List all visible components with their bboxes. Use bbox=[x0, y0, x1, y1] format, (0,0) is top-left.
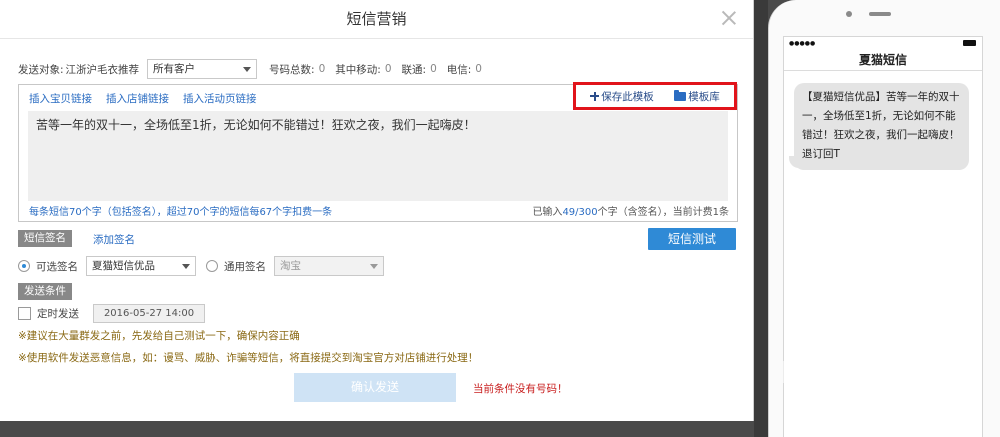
add-signature-link[interactable]: 添加签名 bbox=[93, 232, 135, 247]
stat-mobile-value: 0 bbox=[384, 63, 392, 75]
template-actions-highlight: 保存此模板 模板库 bbox=[573, 82, 737, 110]
stat-telecom-label: 电信: bbox=[446, 63, 472, 76]
send-target-label: 发送对象: bbox=[18, 63, 64, 76]
editor-footer: 每条短信70个字（包括签名），超过70个字的短信每67个字扣费一条 已输入49/… bbox=[19, 203, 737, 218]
backdrop bbox=[754, 0, 768, 437]
test-tip: ※建议在大量群发之前，先发给自己测试一下，确保内容正确 bbox=[18, 330, 300, 342]
editor-toolbar: 插入宝贝链接 插入店铺链接 插入活动页链接 保存此模板 模板库 bbox=[19, 82, 737, 110]
chevron-down-icon bbox=[243, 67, 252, 72]
condition-section-label: 发送条件 bbox=[18, 283, 72, 300]
confirm-send-button[interactable]: 确认发送 bbox=[294, 373, 456, 402]
signature-row: 可选签名 夏猫短信优品 通用签名 淘宝 bbox=[18, 256, 384, 276]
chevron-down-icon bbox=[370, 264, 378, 269]
stat-mobile-label: 其中移动: bbox=[335, 63, 381, 76]
timed-send-checkbox[interactable] bbox=[18, 306, 31, 320]
stat-total-label: 号码总数: bbox=[269, 63, 315, 76]
customer-select-value: 所有客户 bbox=[153, 63, 196, 75]
message-bubble: 【夏猫短信优品】苦等一年的双十一，全场低至1折，无论如何不能错过！狂欢之夜，我们… bbox=[789, 83, 969, 170]
stat-unicom-label: 联通: bbox=[401, 63, 427, 76]
watermark-logo: Baidu经验 bbox=[780, 356, 944, 391]
no-number-message: 当前条件没有号码！ bbox=[473, 383, 568, 395]
watermark-url: jingyan.baidu.com bbox=[800, 390, 939, 408]
billing-note: 每条短信70个字（包括签名），超过70个字的短信每67个字扣费一条 bbox=[29, 207, 333, 218]
timed-send-label: 定时发送 bbox=[37, 307, 79, 320]
timed-send-row: 定时发送 2016-05-27 14:00 bbox=[18, 303, 205, 323]
common-signature-select[interactable]: 淘宝 bbox=[274, 256, 384, 276]
abuse-warning: ※使用软件发送恶意信息，如：谩骂、威胁、诈骗等短信，将直接提交到淘宝官方对店铺进… bbox=[18, 352, 479, 364]
battery-icon bbox=[963, 40, 976, 46]
plus-icon bbox=[590, 91, 600, 101]
send-target-row: 发送对象: 江浙沪毛衣推荐 所有客户 号码总数: 0 其中移动: 0 联通: 0… bbox=[18, 58, 738, 80]
char-count-suffix: 个字（含签名），当前计费1条 bbox=[597, 207, 729, 218]
send-time-input[interactable]: 2016-05-27 14:00 bbox=[93, 303, 205, 323]
char-count: 已输入49/300个字（含签名），当前计费1条 bbox=[532, 203, 729, 218]
customer-select[interactable]: 所有客户 bbox=[147, 59, 258, 79]
dialog-header: 短信营销 bbox=[0, 0, 753, 39]
stat-total-value: 0 bbox=[318, 63, 326, 75]
char-count-prefix: 已输入 bbox=[532, 207, 563, 218]
phone-app-title: 夏猫短信 bbox=[784, 49, 982, 71]
save-template-label: 保存此模板 bbox=[601, 90, 654, 103]
template-library-button[interactable]: 模板库 bbox=[674, 89, 720, 104]
optional-signature-select[interactable]: 夏猫短信优品 bbox=[86, 256, 196, 276]
optional-signature-radio[interactable] bbox=[18, 260, 30, 272]
signature-section-label: 短信签名 bbox=[18, 230, 72, 247]
insert-activity-link[interactable]: 插入活动页链接 bbox=[183, 91, 257, 106]
template-library-label: 模板库 bbox=[688, 90, 720, 103]
char-count-number: 49/300 bbox=[562, 207, 598, 218]
common-signature-label: 通用签名 bbox=[224, 260, 266, 273]
optional-signature-value: 夏猫短信优品 bbox=[92, 260, 155, 272]
signal-icon: ●●●●● bbox=[789, 40, 816, 47]
send-target-value: 江浙沪毛衣推荐 bbox=[65, 63, 140, 76]
sms-editor: 插入宝贝链接 插入店铺链接 插入活动页链接 保存此模板 模板库 苦等一年的双十一… bbox=[18, 82, 738, 222]
stat-unicom-value: 0 bbox=[430, 63, 437, 75]
common-signature-radio[interactable] bbox=[206, 260, 218, 272]
close-icon[interactable] bbox=[721, 10, 737, 26]
chevron-down-icon bbox=[182, 264, 190, 269]
dialog-title: 短信营销 bbox=[346, 10, 407, 28]
insert-shop-link[interactable]: 插入店铺链接 bbox=[106, 91, 169, 106]
camera-icon bbox=[846, 11, 852, 17]
stat-telecom-value: 0 bbox=[475, 63, 482, 75]
status-bar: ●●●●● bbox=[784, 37, 982, 49]
sms-marketing-dialog: 短信营销 发送对象: 江浙沪毛衣推荐 所有客户 号码总数: 0 其中移动: 0 … bbox=[0, 0, 754, 421]
folder-icon bbox=[674, 89, 687, 101]
optional-signature-label: 可选签名 bbox=[36, 260, 78, 273]
sms-content-textarea[interactable]: 苦等一年的双十一，全场低至1折，无论如何不能错过！狂欢之夜，我们一起嗨皮！ bbox=[28, 111, 728, 201]
insert-item-link[interactable]: 插入宝贝链接 bbox=[29, 91, 92, 106]
speaker-icon bbox=[869, 12, 891, 16]
save-template-button[interactable]: 保存此模板 bbox=[590, 89, 654, 104]
sms-test-button[interactable]: 短信测试 bbox=[648, 228, 736, 250]
common-signature-value: 淘宝 bbox=[280, 260, 301, 272]
